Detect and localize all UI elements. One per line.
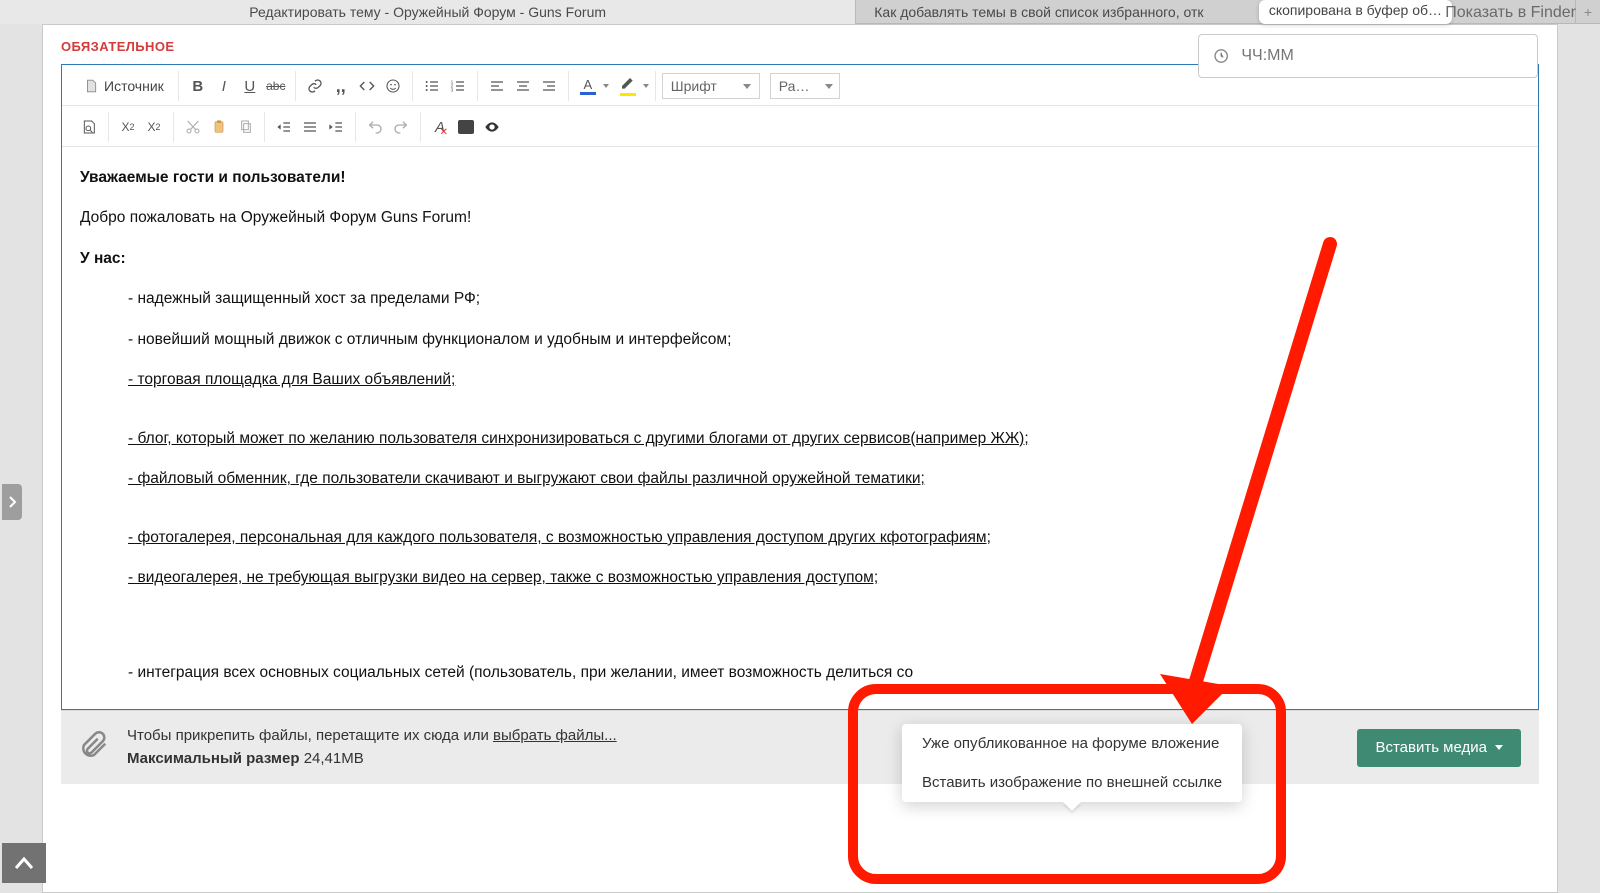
bullet-link-text[interactable]: - блог, который может по желанию пользов… [128,430,1029,447]
media-menu-popover: Уже опубликованное на форуме вложение Вс… [902,724,1242,802]
bullet-text: - новейший мощный движок с отличным функ… [80,329,1520,351]
hint-prefix: Чтобы прикрепить файлы, перетащите их сю… [127,727,493,744]
align-left-button[interactable] [484,73,510,99]
editor-toolbar-row2: X2 X2 [62,106,1538,147]
finder-text: Показать в Finder [1445,4,1576,21]
clear-formatting-button[interactable]: A✕ [427,114,453,140]
show-in-finder-link[interactable]: Показать в Finder [1445,4,1576,22]
underline-button[interactable]: U [237,73,263,99]
scroll-to-top-button[interactable] [2,843,46,883]
redo-button[interactable] [388,114,414,140]
link-button[interactable] [302,73,328,99]
cut-button[interactable] [180,114,206,140]
bullet-text: - надежный защищенный хост за пределами … [80,288,1520,310]
document-icon [84,79,98,93]
strikethrough-button[interactable]: abc [263,73,289,99]
paperclip-icon [79,730,109,765]
toast-text: скопирована в буфер об… [1269,2,1442,18]
rich-text-editor: Источник B I U abc ,, [61,64,1539,710]
browser-tab-active[interactable]: Редактировать тему - Оружейный Форум - G… [0,0,856,24]
we-have-text: У нас: [80,250,126,267]
source-button[interactable]: Источник [76,73,172,99]
bullet-text: - интеграция всех основных социальных се… [80,662,1520,684]
clock-icon [1213,47,1229,65]
dropdown-caret-icon [643,84,649,88]
clipboard-toast: скопирована в буфер об… [1259,0,1452,24]
welcome-text: Добро пожаловать на Оружейный Форум Guns… [80,207,1520,229]
indent-button[interactable] [323,114,349,140]
bold-button[interactable]: B [185,73,211,99]
editor-content-area[interactable]: Уважаемые гости и пользователи! Добро по… [62,147,1538,709]
side-expand-tab[interactable] [2,484,22,520]
dropdown-caret-icon [1495,745,1503,750]
attachment-bar: Чтобы прикрепить файлы, перетащите их сю… [61,710,1539,784]
bullet-link-text[interactable]: - торговая площадка для Ваших объявлений… [128,371,455,388]
time-input[interactable] [1241,47,1523,65]
insert-media-button[interactable]: Вставить медиа [1357,729,1521,767]
max-size-value: 24,41MB [304,750,364,767]
preview-document-button[interactable] [76,114,102,140]
bullet-list-button[interactable] [419,73,445,99]
max-size-label: Максимальный размер [127,750,300,767]
attachment-hint: Чтобы прикрепить файлы, перетащите их сю… [127,725,617,770]
subscript-button[interactable]: X2 [115,114,141,140]
marker-icon [620,76,636,92]
popover-arrow-icon [1063,802,1081,811]
dropdown-caret-icon [743,84,751,89]
code-button[interactable] [354,73,380,99]
copy-button[interactable] [232,114,258,140]
time-widget [1198,34,1538,78]
dropdown-caret-icon [825,84,833,89]
text-color-button[interactable]: A [575,73,601,99]
align-center-button[interactable] [510,73,536,99]
highlight-color-button[interactable] [615,73,641,99]
superscript-button[interactable]: X2 [141,114,167,140]
media-menu-image-from-url[interactable]: Вставить изображение по внешней ссылке [902,763,1242,802]
italic-button[interactable]: I [211,73,237,99]
font-family-label: Шрифт [671,78,717,94]
font-size-select[interactable]: Ра… [770,73,840,99]
tab-title: Редактировать тему - Оружейный Форум - G… [249,4,606,20]
page-card: ОБЯЗАТЕЛЬНОЕ Источник B I [42,24,1558,893]
tab-title: Как добавлять темы в свой список избранн… [874,4,1203,20]
insert-codeblock-button[interactable] [453,114,479,140]
choose-files-link[interactable]: выбрать файлы... [493,727,617,744]
toggle-preview-button[interactable] [479,114,505,140]
numbered-list-button[interactable]: 123 [445,73,471,99]
source-label: Источник [104,78,164,94]
dropdown-caret-icon [603,84,609,88]
svg-text:3: 3 [450,87,453,92]
font-size-label: Ра… [779,78,810,94]
media-menu-existing-attachment[interactable]: Уже опубликованное на форуме вложение [902,724,1242,763]
emoji-button[interactable] [380,73,406,99]
font-family-select[interactable]: Шрифт [662,73,760,99]
outdent-button[interactable] [271,114,297,140]
bullet-link-text[interactable]: - видеогалерея, не требующая выгрузки ви… [128,569,878,586]
paste-button[interactable] [206,114,232,140]
time-input-wrapper[interactable] [1198,34,1538,78]
bullet-link-text[interactable]: - файловый обменник, где пользователи ск… [128,470,925,487]
align-right-button[interactable] [536,73,562,99]
new-tab-button[interactable]: + [1576,4,1600,20]
undo-button[interactable] [362,114,388,140]
bullet-link-text[interactable]: - фотогалерея, персональная для каждого … [128,529,991,546]
media-button-label: Вставить медиа [1375,739,1487,756]
align-justify-button[interactable] [297,114,323,140]
greeting-text: Уважаемые гости и пользователи! [80,169,346,186]
quote-button[interactable]: ,, [328,73,354,99]
